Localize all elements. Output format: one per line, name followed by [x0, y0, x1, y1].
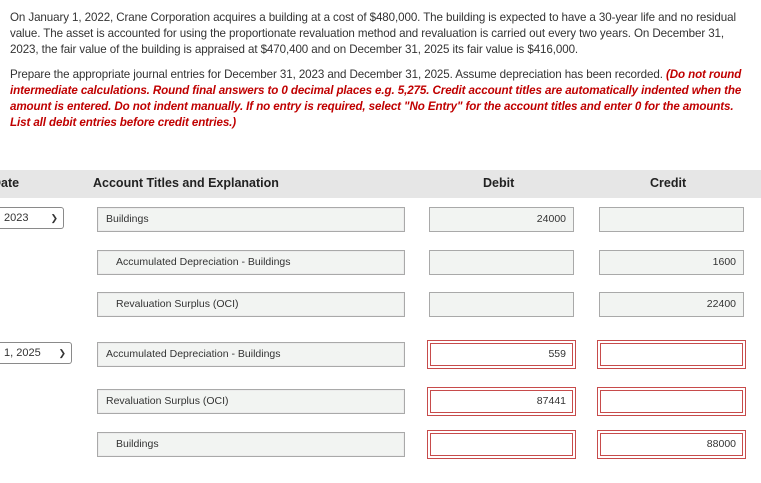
date-select-value: 2023 — [4, 212, 29, 224]
account-title: Buildings — [116, 438, 159, 450]
account-title: Accumulated Depreciation - Buildings — [106, 348, 281, 360]
account-title: Buildings — [106, 213, 149, 225]
account-field-row-4[interactable]: Accumulated Depreciation - Buildings — [97, 342, 405, 367]
date-select-2025[interactable]: 1, 2025 ❯ — [0, 342, 72, 364]
header-account-titles: Account Titles and Explanation — [93, 176, 279, 190]
task-text: Prepare the appropriate journal entries … — [10, 68, 663, 81]
account-title: Revaluation Surplus (OCI) — [116, 298, 239, 310]
account-field-row-3[interactable]: Revaluation Surplus (OCI) — [97, 292, 405, 317]
account-title: Revaluation Surplus (OCI) — [106, 395, 229, 407]
debit-field-row-2[interactable] — [429, 250, 574, 275]
credit-field-row-5[interactable] — [597, 387, 746, 416]
credit-field-row-1[interactable] — [599, 207, 744, 232]
debit-field-row-6[interactable] — [427, 430, 576, 459]
account-field-row-2[interactable]: Accumulated Depreciation - Buildings — [97, 250, 405, 275]
problem-statement: On January 1, 2022, Crane Corporation ac… — [10, 10, 755, 131]
credit-field-row-3[interactable]: 22400 — [599, 292, 744, 317]
debit-field-row-1[interactable]: 24000 — [429, 207, 574, 232]
header-debit: Debit — [483, 176, 515, 190]
date-select-value: 1, 2025 — [4, 347, 41, 359]
problem-paragraph-1: On January 1, 2022, Crane Corporation ac… — [10, 11, 736, 56]
journal-entry-problem: On January 1, 2022, Crane Corporation ac… — [0, 0, 761, 483]
chevron-down-icon: ❯ — [58, 348, 66, 358]
account-field-row-5[interactable]: Revaluation Surplus (OCI) — [97, 389, 405, 414]
debit-field-row-3[interactable] — [429, 292, 574, 317]
chevron-down-icon: ❯ — [50, 213, 58, 223]
header-credit: Credit — [650, 176, 687, 190]
account-field-row-6[interactable]: Buildings — [97, 432, 405, 457]
debit-field-row-5[interactable]: 87441 — [427, 387, 576, 416]
debit-field-row-4[interactable]: 559 — [427, 340, 576, 369]
problem-paragraph-2: Prepare the appropriate journal entries … — [10, 67, 755, 131]
credit-field-row-4[interactable] — [597, 340, 746, 369]
account-title: Accumulated Depreciation - Buildings — [116, 256, 291, 268]
credit-field-row-2[interactable]: 1600 — [599, 250, 744, 275]
credit-field-row-6[interactable]: 88000 — [597, 430, 746, 459]
date-select-2023[interactable]: 2023 ❯ — [0, 207, 64, 229]
account-field-row-1[interactable]: Buildings — [97, 207, 405, 232]
header-date: Date — [0, 176, 20, 190]
